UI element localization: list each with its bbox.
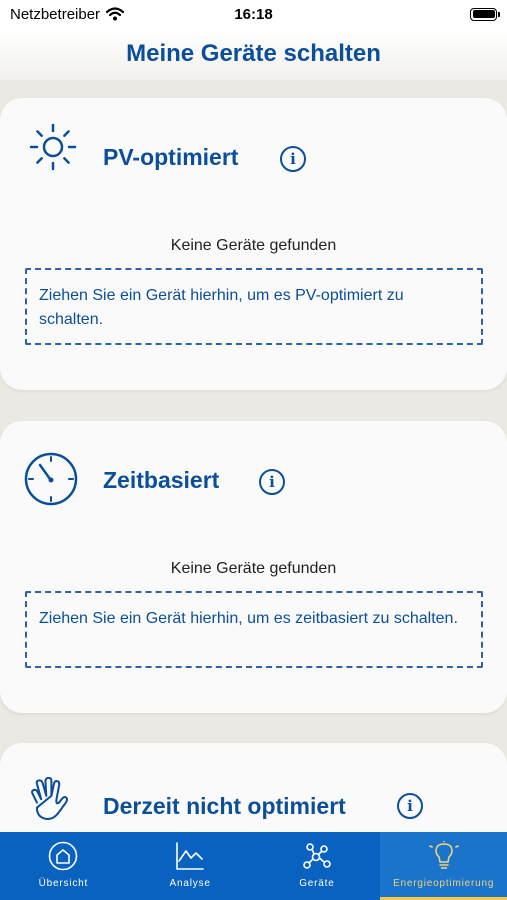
header: Meine Geräte schalten <box>0 28 507 80</box>
status-left: Netzbetreiber <box>10 5 125 23</box>
clock-icon <box>24 452 78 506</box>
card-header: Derzeit nicht optimiert i <box>0 743 507 843</box>
card-header: Zeitbasiert i <box>0 421 507 521</box>
tab-energieoptimierung[interactable]: Energieoptimierung <box>380 832 507 900</box>
wifi-icon <box>106 7 125 21</box>
empty-state-text: Keine Geräte gefunden <box>170 560 337 577</box>
info-icon[interactable]: i <box>280 146 306 172</box>
lightbulb-icon <box>428 841 459 869</box>
card-header: PV-optimiert i <box>0 98 507 198</box>
tab-label: Analyse <box>169 878 211 889</box>
chart-icon <box>176 842 204 870</box>
info-icon[interactable]: i <box>397 793 423 819</box>
card-title: PV-optimiert <box>103 144 239 170</box>
status-bar: Netzbetreiber 16:18 <box>0 0 507 28</box>
empty-state-text: Keine Geräte gefunden <box>170 237 337 254</box>
card-pv-optimized: PV-optimiert i Keine Geräte gefunden Zie… <box>0 98 507 390</box>
network-icon <box>303 843 331 869</box>
card-time-based: Zeitbasiert i Keine Geräte gefunden Zieh… <box>0 421 507 713</box>
tab-bar: Übersicht Analyse Geräte Energieoptimier… <box>0 832 507 900</box>
carrier-label: Netzbetreiber <box>10 5 101 23</box>
sun-icon <box>29 123 77 171</box>
drop-zone[interactable]: Ziehen Sie ein Gerät hierhin, um es PV-o… <box>25 268 483 345</box>
tab-geraete[interactable]: Geräte <box>254 832 381 900</box>
info-icon[interactable]: i <box>259 469 285 495</box>
tab-uebersicht[interactable]: Übersicht <box>0 832 127 900</box>
home-icon <box>49 841 78 871</box>
card-title: Zeitbasiert <box>103 467 220 493</box>
drop-zone[interactable]: Ziehen Sie ein Gerät hierhin, um es zeit… <box>25 591 483 668</box>
card-title: Derzeit nicht optimiert <box>103 793 346 819</box>
tab-label: Energieoptimierung <box>393 878 495 889</box>
hand-icon <box>31 777 69 821</box>
tab-label: Übersicht <box>38 878 89 889</box>
page-title: Meine Geräte schalten <box>126 40 381 67</box>
tab-label: Geräte <box>299 878 335 889</box>
tab-analyse[interactable]: Analyse <box>127 832 254 900</box>
battery-icon <box>470 7 500 21</box>
